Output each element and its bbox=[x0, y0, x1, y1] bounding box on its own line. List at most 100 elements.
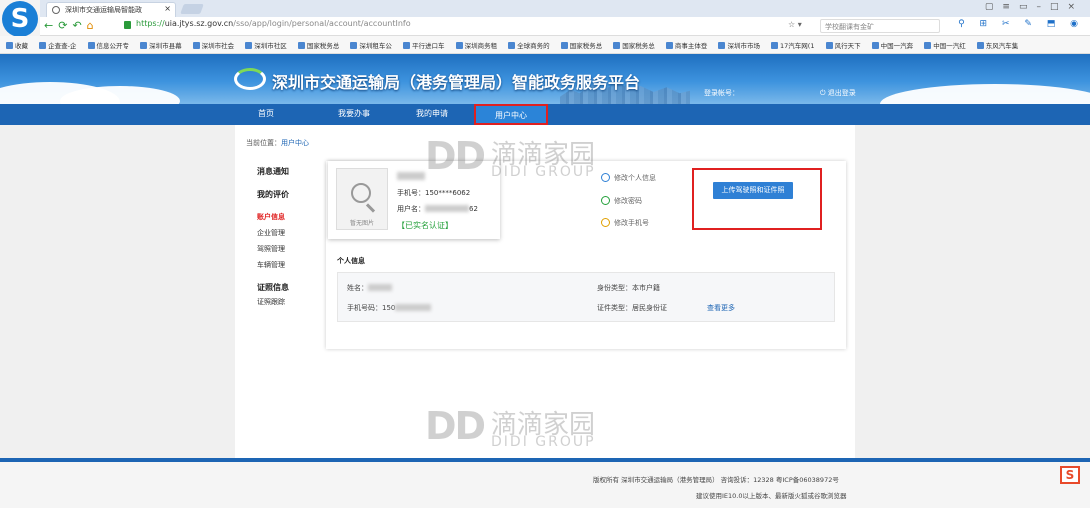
nav-buttons: ←⟳↶⌂ bbox=[44, 19, 99, 32]
bookmark-item[interactable]: 中国一汽奔 bbox=[872, 40, 914, 50]
username-redacted bbox=[425, 205, 469, 212]
sidebar-cert-track[interactable]: 证照跟踪 bbox=[257, 297, 317, 307]
logout-link[interactable]: ⏻ 退出登录 bbox=[820, 88, 856, 98]
refresh-icon[interactable]: ⟳ bbox=[58, 19, 72, 32]
url-field[interactable]: https://uia.jtys.sz.gov.cn/sso/app/login… bbox=[124, 19, 764, 33]
bookmark-item[interactable]: 国家税务总 bbox=[613, 40, 655, 50]
profile-username: 用户名： 62 bbox=[397, 204, 478, 214]
site-title: 深圳市交通运输局（港务管理局）智能政务服务平台 bbox=[272, 73, 641, 92]
bookmark-item[interactable]: 中国一汽红 bbox=[924, 40, 966, 50]
view-more-link[interactable]: 查看更多 bbox=[707, 303, 735, 313]
name-redacted bbox=[368, 284, 392, 291]
footer-browser-tip: 建议使用IE10.0以上版本、最新版火狐或谷歌浏览器 bbox=[696, 492, 847, 500]
change-phone-link[interactable]: 修改手机号 bbox=[601, 218, 649, 228]
info-phone-redacted bbox=[395, 304, 432, 311]
verified-badge: 【已实名认证】 bbox=[397, 221, 453, 230]
sidebar-driver-license[interactable]: 驾照管理 bbox=[257, 244, 317, 254]
new-tab-button[interactable] bbox=[180, 4, 204, 14]
bookmark-item[interactable]: 深圳租车公 bbox=[350, 40, 392, 50]
sidebar-messages[interactable]: 消息通知 bbox=[257, 166, 317, 177]
bookmark-item[interactable]: 企查查-企 bbox=[39, 40, 76, 50]
info-cert-type: 证件类型：居民身份证 bbox=[597, 303, 667, 313]
personal-info-box bbox=[337, 272, 835, 322]
bookmark-item[interactable]: 全球商务的 bbox=[508, 40, 550, 50]
bookmark-item[interactable]: 商事主体登 bbox=[666, 40, 708, 50]
sidebar-cert-header: 证照信息 bbox=[257, 283, 289, 292]
cert-type-label: 证件类型： bbox=[597, 304, 632, 312]
tab-title: 深圳市交通运输局智能政 bbox=[65, 6, 142, 14]
nav-my-services[interactable]: 我要办事 bbox=[324, 108, 384, 119]
info-phone-label: 手机号码： bbox=[347, 304, 382, 312]
sogou-browser-logo[interactable]: S bbox=[2, 1, 38, 37]
bookmarks-bar: 收藏 企查查-企 信息公开专 深圳市县幕 深圳市社会 深圳市社区 国家税务总 深… bbox=[0, 36, 1090, 54]
cert-type-value: 居民身份证 bbox=[632, 304, 667, 312]
change-phone-label: 修改手机号 bbox=[614, 219, 649, 227]
profile-phone: 手机号：150****6062 bbox=[397, 188, 470, 198]
sogou-ime-icon[interactable]: S bbox=[1060, 466, 1080, 484]
bookmark-item[interactable]: 17汽车网(1 bbox=[771, 40, 814, 50]
watermark-en: DIDI GROUP bbox=[491, 434, 596, 450]
star-icon[interactable]: ☆ ▾ bbox=[788, 20, 802, 29]
magnifier-icon bbox=[351, 183, 371, 203]
info-id-type: 身份类型：本市户籍 bbox=[597, 283, 660, 293]
bookmark-item[interactable]: 东风汽车集 bbox=[977, 40, 1019, 50]
upload-highlight bbox=[692, 168, 822, 230]
close-tab-icon[interactable]: × bbox=[164, 4, 171, 13]
personal-info-title: 个人信息 bbox=[337, 257, 365, 265]
globe-icon bbox=[52, 6, 60, 14]
bookmark-item[interactable]: 国家税务总 bbox=[298, 40, 340, 50]
bookmark-item[interactable]: 信息公开专 bbox=[88, 40, 130, 50]
id-type-label: 身份类型： bbox=[597, 284, 632, 292]
browser-tab[interactable]: 深圳市交通运输局智能政 × bbox=[46, 2, 176, 17]
bookmark-item[interactable]: 深圳市社区 bbox=[245, 40, 287, 50]
change-password-link[interactable]: 修改密码 bbox=[601, 196, 642, 206]
edit-profile-label: 修改个人信息 bbox=[614, 174, 656, 182]
nav-user-center[interactable]: 用户中心 bbox=[474, 104, 548, 125]
window-controls[interactable]: ▢≡▭–□× bbox=[985, 2, 1084, 12]
site-logo bbox=[234, 68, 266, 90]
edit-profile-link[interactable]: 修改个人信息 bbox=[601, 173, 656, 183]
watermark-logo: DD bbox=[425, 134, 486, 178]
bookmark-item[interactable]: 国家税务总 bbox=[561, 40, 603, 50]
login-account: 登录帐号： bbox=[704, 89, 739, 97]
url-path: /sso/app/login/personal/account/accountI… bbox=[233, 19, 411, 28]
lock-icon bbox=[124, 21, 131, 29]
url-host: uia.jtys.sz.gov.cn bbox=[164, 19, 234, 28]
watermark-en: DIDI GROUP bbox=[491, 164, 596, 180]
tab-bar: 深圳市交通运输局智能政 × ▢≡▭–□× bbox=[40, 0, 1090, 17]
watermark: DD 滴滴家园 DIDI GROUP bbox=[425, 134, 595, 180]
profile-name-redacted bbox=[397, 172, 425, 180]
bookmark-item[interactable]: 风行天下 bbox=[826, 40, 861, 50]
url-scheme: https:// bbox=[136, 19, 165, 28]
back-icon[interactable]: ← bbox=[44, 19, 58, 32]
bookmark-item[interactable]: 深圳市县幕 bbox=[140, 40, 182, 50]
footer-copyright: 版权所有 深圳市交通运输局（港务管理局） 咨询投诉：12328 粤ICP备060… bbox=[593, 476, 839, 484]
bookmark-item[interactable]: 深圳商务租 bbox=[456, 40, 498, 50]
phone-label: 手机号： bbox=[397, 189, 425, 197]
search-input[interactable]: 学校翻课有金矿 bbox=[820, 19, 940, 33]
bookmark-item[interactable]: 深圳市社会 bbox=[193, 40, 235, 50]
sidebar-enterprise[interactable]: 企业管理 bbox=[257, 228, 317, 238]
info-phone: 手机号码：150 bbox=[347, 303, 432, 313]
bookmark-item[interactable]: 深圳市市场 bbox=[718, 40, 760, 50]
breadcrumb: 当前位置：用户中心 bbox=[246, 138, 309, 148]
username-label: 用户名： bbox=[397, 205, 425, 213]
sidebar-reviews[interactable]: 我的评价 bbox=[257, 189, 317, 200]
info-phone-prefix: 150 bbox=[382, 304, 396, 312]
watermark-logo: DD bbox=[425, 404, 486, 448]
sidebar-vehicle[interactable]: 车辆管理 bbox=[257, 260, 317, 270]
bookmark-item[interactable]: 平行进口车 bbox=[403, 40, 445, 50]
sidebar-account-info[interactable]: 账户信息 bbox=[257, 212, 317, 222]
user-icon bbox=[601, 173, 610, 182]
nav-home[interactable]: 首页 bbox=[236, 108, 296, 119]
browser-chrome: S 深圳市交通运输局智能政 × ▢≡▭–□× ←⟳↶⌂ https://uia.… bbox=[0, 0, 1090, 54]
toolbar-icons[interactable]: ⚲ ⊞ ✂ ✎ ⬒ ◉ bbox=[958, 19, 1084, 29]
home-icon[interactable]: ⌂ bbox=[87, 19, 99, 32]
key-icon bbox=[601, 196, 610, 205]
nav-my-applications[interactable]: 我的申请 bbox=[402, 108, 462, 119]
upload-photos-button[interactable]: 上传驾驶照和证件照 bbox=[713, 182, 793, 199]
site-banner: 深圳市交通运输局（港务管理局）智能政务服务平台 登录帐号： ⏻ 退出登录 bbox=[0, 54, 1090, 104]
undo-icon[interactable]: ↶ bbox=[72, 19, 86, 32]
breadcrumb-current[interactable]: 用户中心 bbox=[281, 139, 309, 147]
bookmark-item[interactable]: 收藏 bbox=[6, 40, 28, 50]
